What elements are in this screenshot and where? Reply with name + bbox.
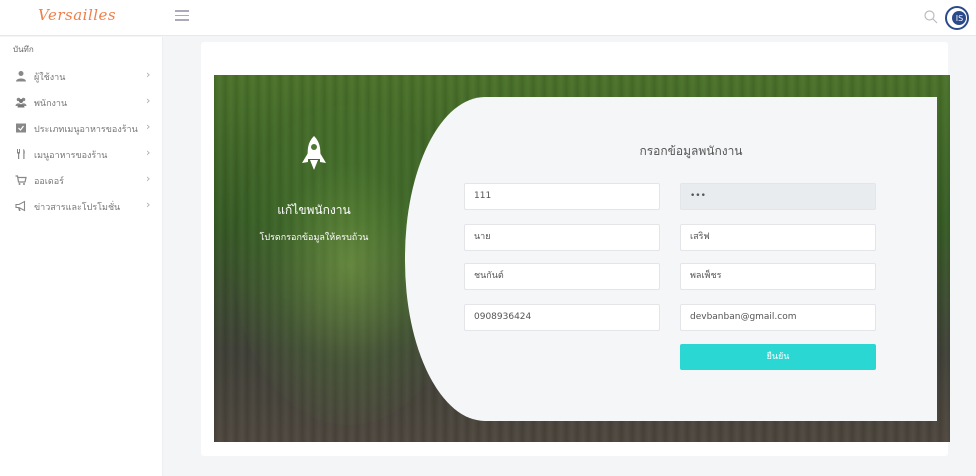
sidebar-item-label: เมนูอาหารของร้าน bbox=[34, 151, 108, 161]
sidebar-section-header: บันทึก bbox=[13, 45, 34, 54]
sidebar-item-label: ผู้ใช้งาน bbox=[34, 73, 66, 83]
hero-title: แก้ไขพนักงาน bbox=[277, 203, 351, 217]
category-icon bbox=[16, 123, 26, 133]
username-field[interactable]: 111 bbox=[464, 183, 660, 210]
users-icon bbox=[15, 97, 27, 108]
confirm-button[interactable]: ยืนยัน bbox=[680, 344, 876, 370]
sidebar-item-orders[interactable]: ออเดอร์ › bbox=[0, 167, 163, 193]
phone-field[interactable]: 0908936424 bbox=[464, 304, 660, 331]
chevron-right-icon: › bbox=[146, 146, 151, 159]
svg-text:IS: IS bbox=[956, 14, 963, 23]
avatar[interactable]: IS bbox=[945, 6, 969, 30]
chevron-right-icon: › bbox=[146, 172, 151, 185]
sidebar-item-employees[interactable]: พนักงาน › bbox=[0, 89, 163, 115]
chevron-right-icon: › bbox=[146, 68, 151, 81]
rocket-icon bbox=[302, 136, 326, 170]
chevron-right-icon: › bbox=[146, 94, 151, 107]
sidebar-item-label: ข่าวสารและโปรโมชั่น bbox=[34, 203, 121, 213]
email-field[interactable]: devbanban@gmail.com bbox=[680, 304, 876, 331]
chevron-right-icon: › bbox=[146, 120, 151, 133]
top-navbar: Versailles IS bbox=[0, 0, 976, 36]
brand-logo[interactable]: Versailles bbox=[38, 6, 116, 24]
form-title: กรอกข้อมูลพนักงาน bbox=[405, 142, 937, 161]
hero-subtitle: โปรดกรอกข้อมูลให้ครบถ้วน bbox=[259, 233, 369, 243]
form-title-text: กรอกข้อมูลพนักงาน bbox=[639, 144, 743, 158]
firstname-field[interactable]: ชนกันต์ bbox=[464, 263, 660, 290]
menu-toggle-icon[interactable] bbox=[175, 10, 189, 24]
sidebar: บันทึก ผู้ใช้งาน › พนักงาน › ประเภทเมนูอ… bbox=[0, 37, 163, 476]
sidebar-item-label: พนักงาน bbox=[34, 99, 68, 109]
search-icon[interactable] bbox=[923, 9, 939, 25]
sidebar-item-users[interactable]: ผู้ใช้งาน › bbox=[0, 63, 163, 89]
utensils-icon bbox=[17, 149, 25, 159]
user-icon bbox=[16, 71, 26, 82]
chevron-right-icon: › bbox=[146, 198, 151, 211]
prefix-field[interactable]: นาย bbox=[464, 224, 660, 251]
sidebar-item-menu[interactable]: เมนูอาหารของร้าน › bbox=[0, 141, 163, 167]
sidebar-item-label: ออเดอร์ bbox=[34, 177, 64, 187]
sidebar-item-menu-categories[interactable]: ประเภทเมนูอาหารของร้าน › bbox=[0, 115, 163, 141]
megaphone-icon bbox=[15, 200, 26, 212]
sidebar-item-news[interactable]: ข่าวสารและโปรโมชั่น › bbox=[0, 193, 163, 219]
password-field[interactable]: ••• bbox=[680, 183, 876, 210]
sidebar-item-label: ประเภทเมนูอาหารของร้าน bbox=[34, 125, 138, 135]
nickname-field[interactable]: เสริฟ bbox=[680, 224, 876, 251]
lastname-field[interactable]: พลเพ็ชร bbox=[680, 263, 876, 290]
cart-icon bbox=[15, 175, 27, 185]
